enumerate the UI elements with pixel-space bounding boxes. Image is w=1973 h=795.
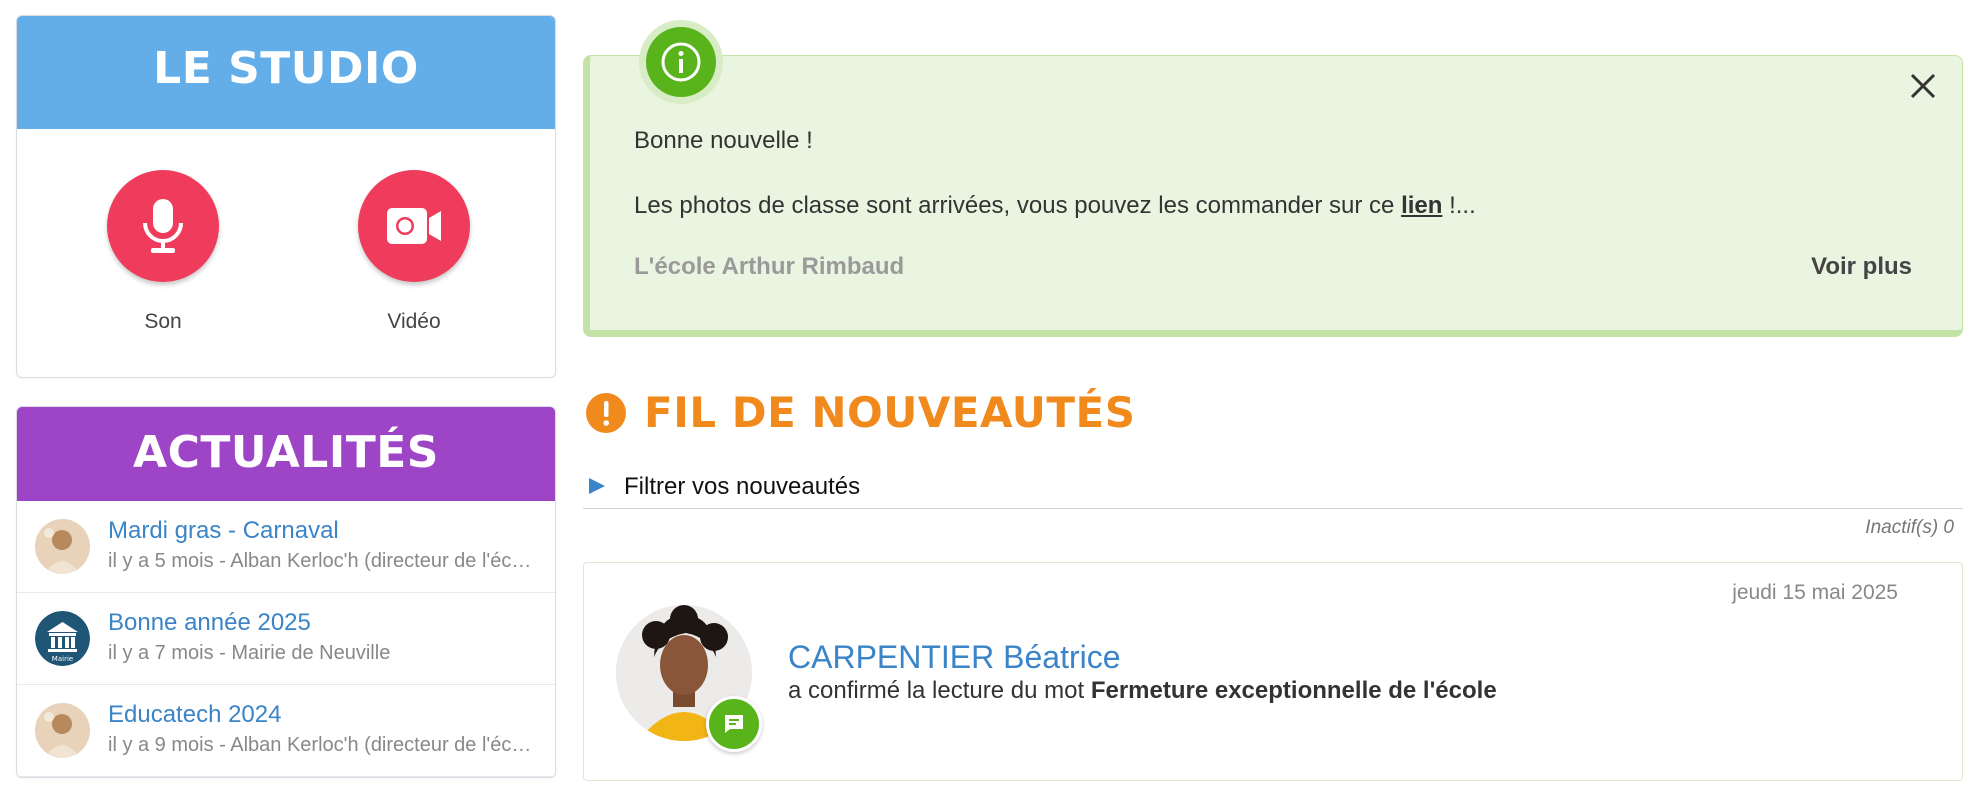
news-title: ACTUALITÉS — [17, 407, 555, 501]
feed-title: FIL DE NOUVEAUTÉS — [644, 388, 1136, 437]
inactive-count: Inactif(s) 0 — [1865, 517, 1954, 538]
news-card: ACTUALITÉS Mardi gras - Carnaval il y a … — [16, 406, 556, 778]
studio-body: Son Vidéo — [17, 129, 555, 377]
notice-link[interactable]: lien — [1401, 192, 1442, 219]
notice-headline: Bonne nouvelle ! — [634, 127, 813, 154]
news-item-meta: il y a 9 mois - Alban Kerloc'h (directeu… — [108, 734, 538, 756]
news-thumbnail — [35, 519, 90, 574]
left-column: LE STUDIO Son Vidéo ACTUALITÉS Mardi gra… — [16, 15, 556, 778]
studio-title: LE STUDIO — [17, 16, 555, 129]
news-thumbnail — [35, 703, 90, 758]
feed-heading: FIL DE NOUVEAUTÉS — [586, 388, 1135, 437]
notice-sender: L'école Arthur Rimbaud — [634, 253, 905, 280]
close-icon[interactable] — [1909, 72, 1937, 105]
info-icon — [646, 27, 716, 97]
triangle-right-icon[interactable] — [587, 476, 607, 501]
news-item[interactable]: Mardi gras - Carnaval il y a 5 mois - Al… — [17, 501, 555, 593]
notice-message: Les photos de classe sont arrivées, vous… — [634, 192, 1476, 220]
sound-button[interactable]: Son — [107, 170, 219, 334]
notice-message-text: Les photos de classe sont arrivées, vous… — [634, 192, 1402, 219]
feed-entry-action: a confirmé la lecture du mot Fermeture e… — [788, 677, 1497, 705]
see-more-link[interactable]: Voir plus — [1811, 253, 1912, 281]
town-hall-badge-text: Mairie — [52, 655, 73, 663]
feed-entry: jeudi 15 mai 2025 CARPENTIER Béatrice a … — [583, 562, 1963, 781]
feed-entry-date: jeudi 15 mai 2025 — [1732, 581, 1898, 604]
notice-message-ellipsis: !... — [1442, 192, 1476, 219]
alert-icon — [586, 392, 626, 433]
message-icon — [706, 696, 762, 752]
news-item-title[interactable]: Bonne année 2025 — [108, 609, 311, 637]
news-item-title[interactable]: Mardi gras - Carnaval — [108, 517, 339, 545]
info-badge — [639, 20, 723, 104]
filter-label[interactable]: Filtrer vos nouveautés — [624, 473, 860, 501]
news-item-meta: il y a 7 mois - Mairie de Neuville — [108, 642, 391, 664]
video-label: Vidéo — [387, 310, 441, 333]
news-item-meta: il y a 5 mois - Alban Kerloc'h (directeu… — [108, 550, 538, 572]
feed-entry-subject[interactable]: Fermeture exceptionnelle de l'école — [1091, 677, 1497, 704]
town-hall-icon: Mairie — [35, 611, 90, 666]
feed-entry-action-text: a confirmé la lecture du mot — [788, 677, 1091, 704]
news-item[interactable]: Educatech 2024 il y a 9 mois - Alban Ker… — [17, 685, 555, 777]
microphone-icon[interactable] — [107, 170, 219, 282]
sound-label: Son — [144, 310, 182, 333]
notice-banner: Bonne nouvelle ! Les photos de classe so… — [583, 55, 1963, 337]
feed-entry-author[interactable]: CARPENTIER Béatrice — [788, 639, 1121, 676]
video-camera-icon[interactable] — [358, 170, 470, 282]
news-item[interactable]: Mairie Bonne année 2025 il y a 7 mois - … — [17, 593, 555, 685]
news-item-title[interactable]: Educatech 2024 — [108, 701, 281, 729]
studio-card: LE STUDIO Son Vidéo — [16, 15, 556, 378]
video-button[interactable]: Vidéo — [358, 170, 470, 334]
filter-toggle[interactable]: Filtrer vos nouveautés — [583, 466, 1963, 509]
